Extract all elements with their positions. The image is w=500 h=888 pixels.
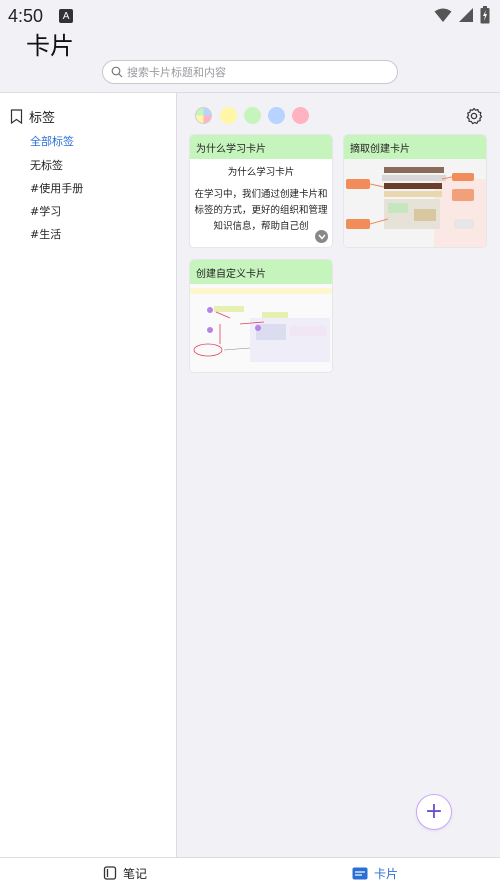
color-filter-yellow[interactable] bbox=[220, 107, 237, 124]
card-thumbnail-image bbox=[344, 159, 486, 247]
bookmark-icon bbox=[10, 109, 23, 124]
card-title: 为什么学习卡片 bbox=[190, 135, 332, 159]
status-time: 4:50 bbox=[8, 5, 44, 26]
sidebar-item-untagged[interactable]: 无标签 bbox=[30, 157, 63, 173]
wifi-icon bbox=[434, 8, 452, 22]
sidebar-item-life[interactable]: #生活 bbox=[30, 226, 61, 242]
app-notification-icon: A bbox=[59, 9, 74, 23]
color-filter-blue[interactable] bbox=[268, 107, 285, 124]
sidebar-item-study[interactable]: #学习 bbox=[30, 203, 61, 219]
sidebar-item-all-tags[interactable]: 全部标签 bbox=[30, 133, 74, 149]
status-indicators bbox=[434, 6, 490, 24]
card-screenshot-thumbnail bbox=[344, 159, 486, 247]
card-thumbnail-image bbox=[190, 284, 332, 372]
card-preview-text: 为什么学习卡片 在学习中，我们通过创建卡片和标签的方式，更好的组织和管理知识信息… bbox=[190, 159, 332, 247]
tag-sidebar-header: 标签 bbox=[10, 107, 55, 126]
expand-card-button[interactable] bbox=[315, 230, 328, 243]
tab-notes[interactable]: 笔记 bbox=[0, 858, 250, 888]
add-card-button[interactable]: + bbox=[416, 794, 452, 830]
card-title: 摘取创建卡片 bbox=[344, 135, 486, 159]
card-title: 创建自定义卡片 bbox=[190, 260, 332, 284]
tab-cards[interactable]: 卡片 bbox=[250, 858, 500, 888]
card-body: 在学习中，我们通过创建卡片和标签的方式，更好的组织和管理知识信息，帮助自己创 bbox=[194, 189, 328, 232]
card-icon bbox=[352, 867, 368, 879]
card-subtitle: 为什么学习卡片 bbox=[227, 167, 295, 178]
sidebar-item-user-manual[interactable]: #使用手册 bbox=[30, 180, 83, 196]
status-bar: 4:50 A bbox=[0, 0, 500, 32]
search-input[interactable] bbox=[127, 65, 377, 79]
notebook-icon bbox=[103, 866, 117, 880]
card-why-learn-cards[interactable]: 为什么学习卡片 为什么学习卡片 在学习中，我们通过创建卡片和标签的方式，更好的组… bbox=[190, 135, 332, 247]
tag-sidebar: 标签 全部标签 无标签 #使用手册 #学习 #生活 bbox=[0, 93, 177, 857]
color-filter-pink[interactable] bbox=[292, 107, 309, 124]
bottom-navigation: 笔记 卡片 bbox=[0, 857, 500, 888]
color-filter-all[interactable] bbox=[195, 107, 212, 124]
search-icon bbox=[111, 66, 123, 78]
tag-sidebar-title: 标签 bbox=[29, 111, 56, 126]
battery-icon bbox=[480, 6, 490, 24]
chevron-down-icon bbox=[317, 234, 326, 240]
card-create-custom[interactable]: 创建自定义卡片 bbox=[190, 260, 332, 372]
search-bar[interactable] bbox=[102, 60, 398, 84]
card-extract-create[interactable]: 摘取创建卡片 bbox=[344, 135, 486, 247]
tab-cards-label: 卡片 bbox=[373, 866, 398, 881]
page-title: 卡片 bbox=[26, 32, 74, 60]
plus-icon: + bbox=[424, 799, 444, 824]
card-screenshot-thumbnail bbox=[190, 284, 332, 372]
color-filter-green[interactable] bbox=[244, 107, 261, 124]
settings-gear-icon[interactable] bbox=[464, 106, 484, 126]
tab-notes-label: 笔记 bbox=[122, 866, 147, 881]
cellular-signal-icon bbox=[459, 8, 473, 22]
